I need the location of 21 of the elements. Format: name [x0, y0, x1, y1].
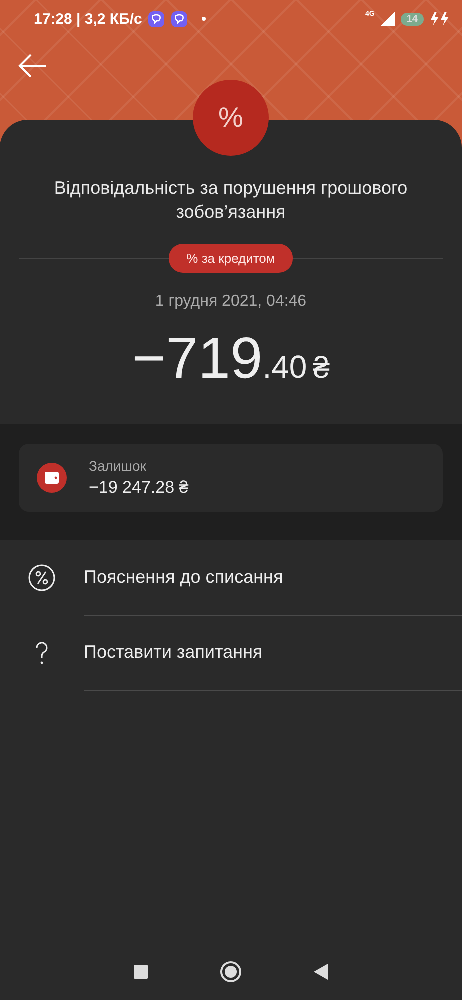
wallet-icon — [37, 463, 67, 493]
category-tag: % за кредитом — [168, 244, 294, 273]
home-button[interactable] — [220, 961, 242, 983]
charging-icon — [430, 12, 450, 26]
chat-app-icon — [171, 10, 188, 28]
back-nav-button[interactable] — [314, 964, 328, 980]
status-time: 17:28 | 3,2 КБ/с — [34, 10, 142, 28]
notification-dot — [202, 17, 206, 21]
action-item[interactable]: Пояснення до списання — [0, 540, 462, 615]
action-item[interactable]: Поставити запитання — [0, 615, 462, 690]
battery-level: 14 — [400, 12, 424, 26]
percent-icon — [28, 564, 56, 592]
back-button[interactable] — [18, 52, 48, 80]
transaction-amount: −719.40 ₴ — [132, 325, 330, 392]
transaction-title: Відповідальність за порушення грошового зобов’язання — [53, 177, 409, 224]
transaction-date: 1 грудня 2021, 04:46 — [155, 293, 307, 311]
balance-value: −19 247.28 ₴ — [89, 478, 189, 498]
chat-app-icon — [148, 10, 166, 28]
category-badge: % — [193, 80, 269, 156]
balance-label: Залишок — [89, 458, 148, 474]
signal-icon — [380, 12, 395, 26]
